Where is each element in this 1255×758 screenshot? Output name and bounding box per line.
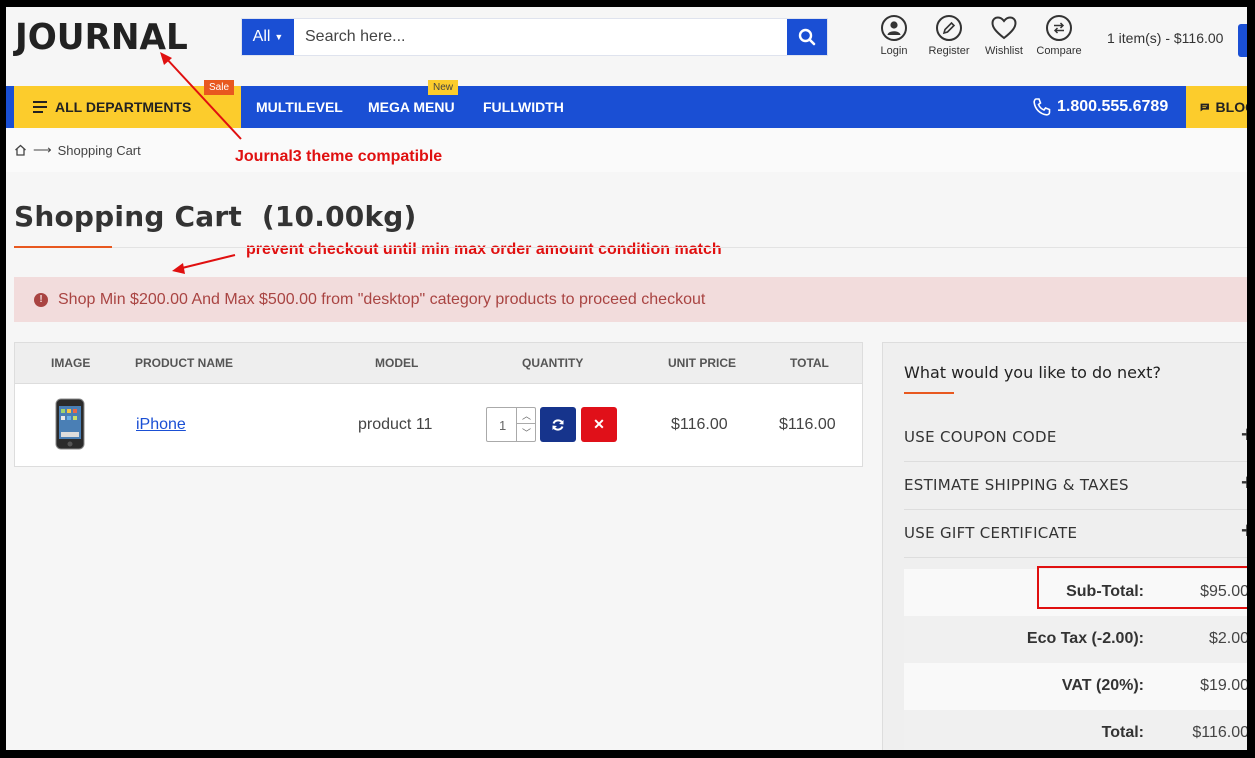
total-row: Total: $116.00: [904, 710, 1247, 750]
header-unit-price: UNIT PRICE: [668, 356, 737, 370]
shipping-section[interactable]: ESTIMATE SHIPPING & TAXES +: [904, 462, 1247, 510]
eco-tax-row: Eco Tax (-2.00): $2.00: [904, 616, 1247, 663]
unit-price: $116.00: [671, 416, 728, 433]
row-total: $116.00: [779, 416, 836, 433]
annotation-theme: Journal3 theme compatible: [235, 148, 443, 165]
exclamation-icon: !: [34, 292, 48, 307]
checkout-alert: ! Shop Min $200.00 And Max $500.00 from …: [14, 277, 1247, 322]
product-name-link[interactable]: iPhone: [136, 416, 186, 434]
header-quantity: QUANTITY: [522, 356, 584, 370]
product-model: product 11: [358, 416, 433, 433]
quantity-input[interactable]: 1: [499, 418, 506, 433]
quantity-spinner: ︿ ﹀: [516, 408, 536, 441]
chevron-down-icon[interactable]: ﹀: [517, 424, 536, 440]
title-accent: [14, 246, 112, 248]
plus-icon: +: [1241, 518, 1247, 544]
header-total: TOTAL: [790, 356, 829, 370]
shipping-label: ESTIMATE SHIPPING & TAXES: [904, 476, 1129, 494]
annotation-checkout: prevent checkout until min max order amo…: [246, 241, 722, 258]
cart-table-header: IMAGE PRODUCT NAME MODEL QUANTITY UNIT P…: [15, 343, 862, 384]
plus-icon: +: [1241, 470, 1247, 496]
cart-table: IMAGE PRODUCT NAME MODEL QUANTITY UNIT P…: [14, 342, 863, 467]
update-button[interactable]: [540, 407, 576, 442]
page-title: Shopping Cart (10.00kg): [14, 200, 417, 233]
vat-value: $19.00: [1200, 677, 1247, 694]
vat-label: VAT (20%):: [1061, 677, 1144, 694]
next-steps-accent: [904, 392, 954, 394]
app-frame: JOURNAL All ▼ Login Register: [6, 7, 1247, 750]
vat-row: VAT (20%): $19.00: [904, 663, 1247, 710]
quantity-stepper[interactable]: 1 ︿ ﹀: [486, 407, 536, 442]
plus-icon: +: [1241, 422, 1247, 448]
refresh-icon: [552, 418, 564, 431]
product-image[interactable]: [55, 398, 85, 455]
coupon-section[interactable]: USE COUPON CODE +: [904, 414, 1247, 462]
total-value: $116.00: [1192, 724, 1247, 741]
title-divider: [14, 247, 1247, 248]
subtotal-highlight-box: [1037, 566, 1247, 609]
next-steps-title: What would you like to do next?: [904, 363, 1161, 382]
next-steps-panel: What would you like to do next? USE COUP…: [882, 342, 1247, 750]
eco-tax-label: Eco Tax (-2.00):: [1026, 630, 1144, 647]
header-product-name: PRODUCT NAME: [135, 356, 233, 370]
close-icon: ✕: [593, 416, 605, 432]
gift-certificate-label: USE GIFT CERTIFICATE: [904, 524, 1078, 542]
chevron-up-icon[interactable]: ︿: [517, 408, 536, 424]
coupon-label: USE COUPON CODE: [904, 428, 1057, 446]
remove-button[interactable]: ✕: [581, 407, 617, 442]
gift-certificate-section[interactable]: USE GIFT CERTIFICATE +: [904, 510, 1247, 558]
header-model: MODEL: [375, 356, 419, 370]
alert-text: Shop Min $200.00 And Max $500.00 from "d…: [58, 290, 706, 308]
header-image: IMAGE: [51, 356, 91, 370]
eco-tax-value: $2.00: [1208, 630, 1247, 647]
total-label: Total:: [1101, 724, 1144, 741]
